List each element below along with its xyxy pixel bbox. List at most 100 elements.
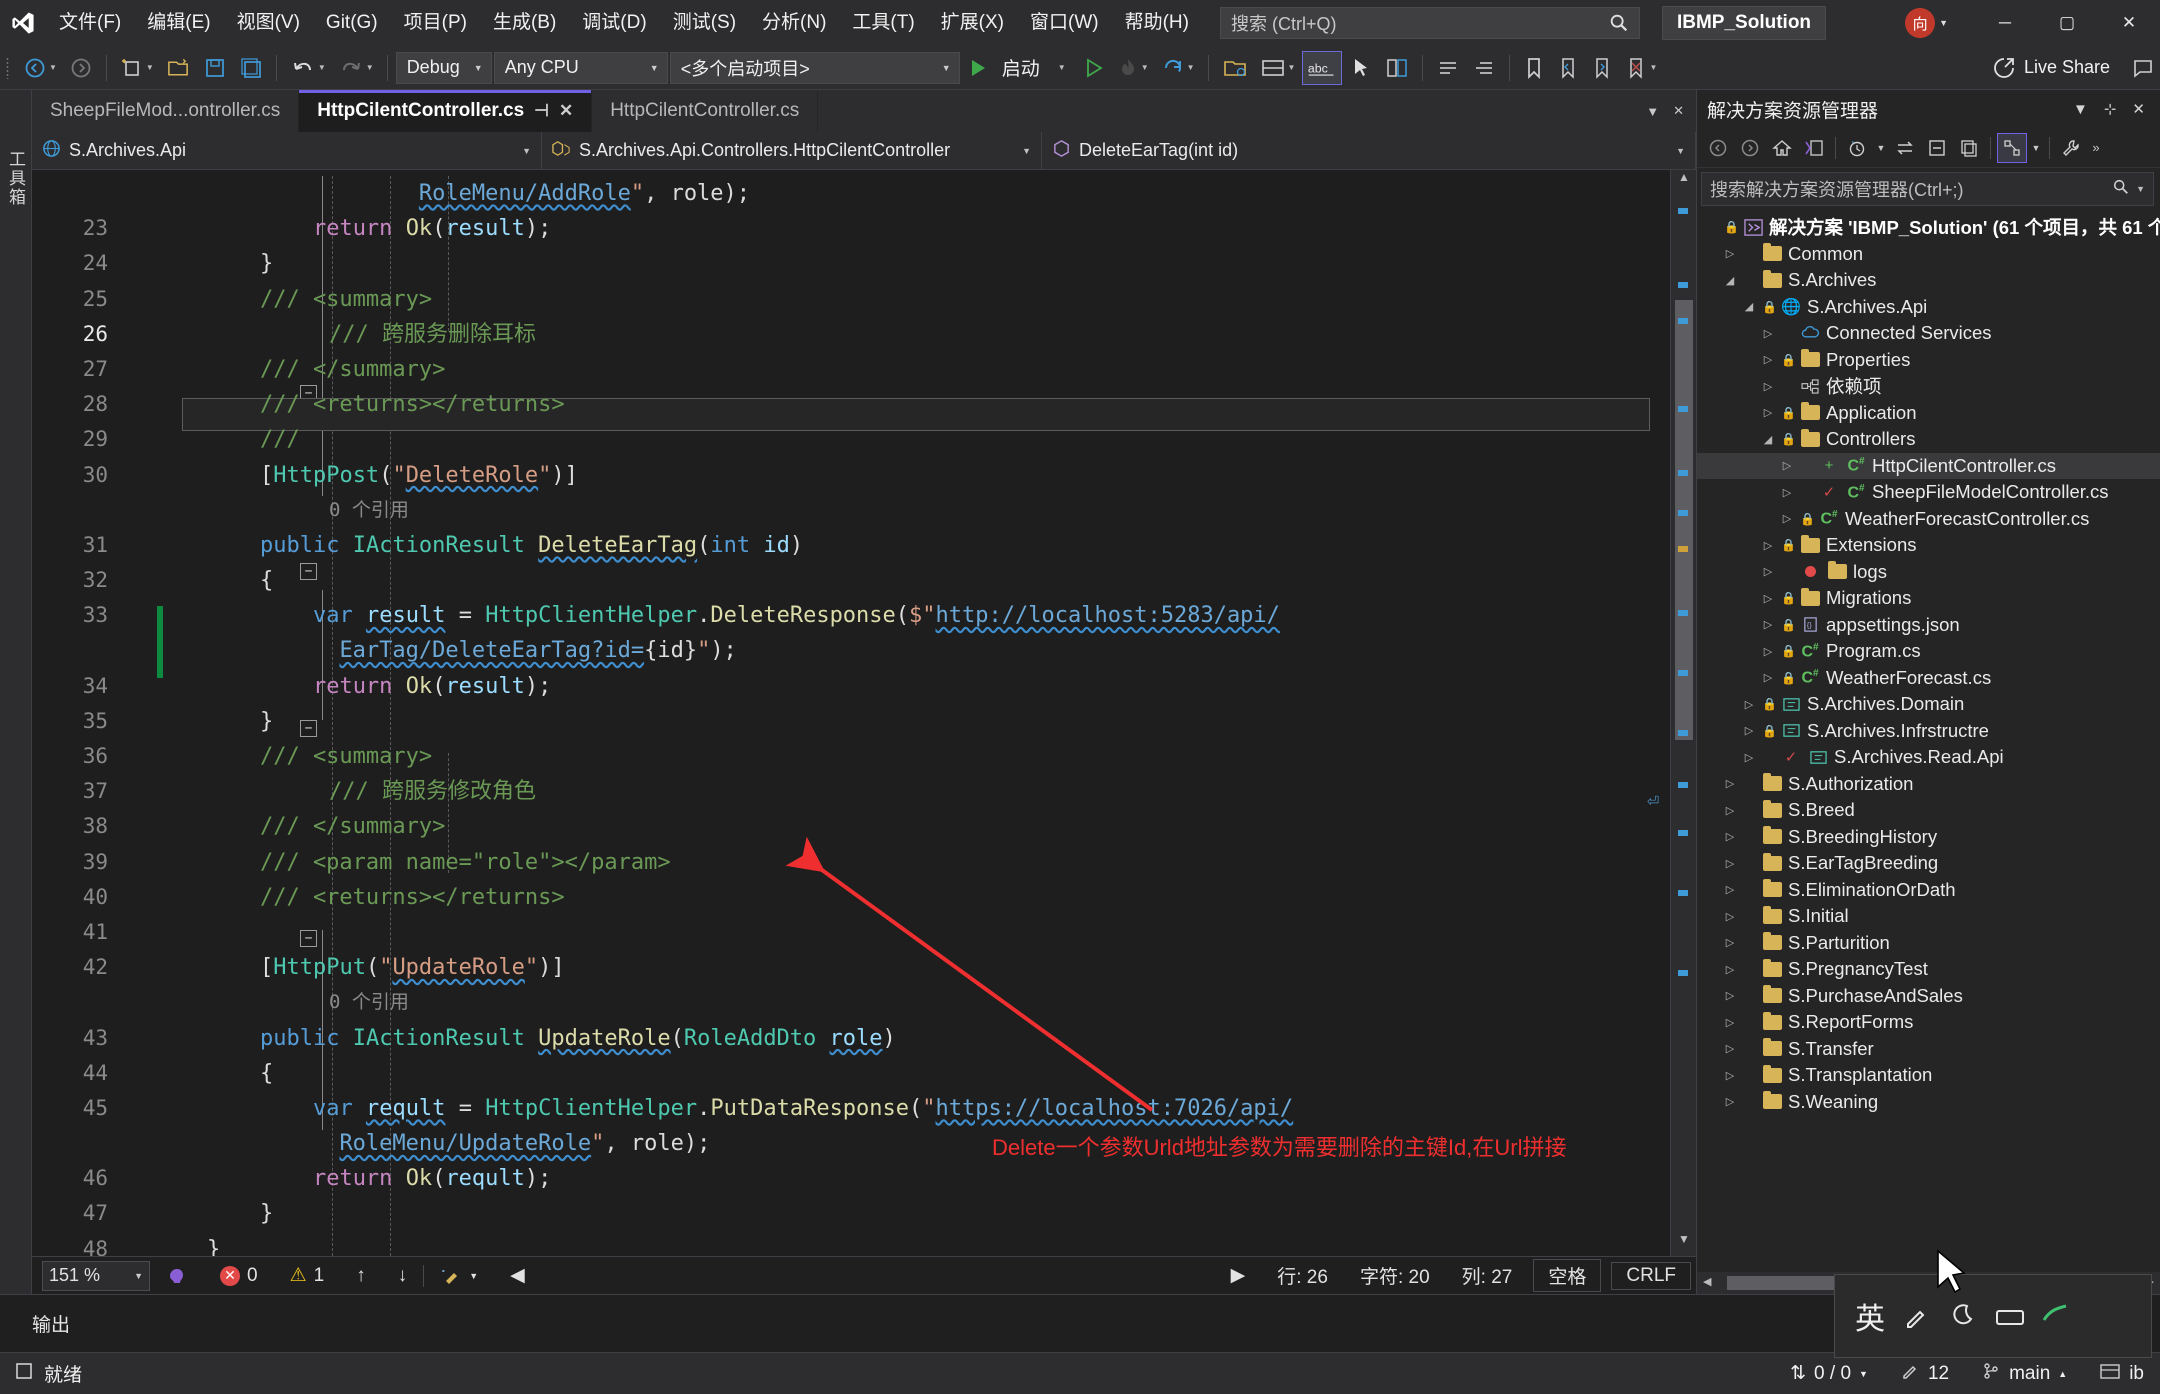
menu-test[interactable]: 测试(S) <box>660 0 749 46</box>
tree-item[interactable]: ▷ 🔒 C# WeatherForecastController.cs <box>1697 506 2160 533</box>
toggle-bookmark-button[interactable] <box>1518 51 1550 85</box>
menu-extensions[interactable]: 扩展(X) <box>928 0 1017 46</box>
restart-button[interactable]: ▼ <box>1156 51 1200 85</box>
code-cleanup-button[interactable]: ▼ <box>424 1265 494 1287</box>
redo-button[interactable]: ▼ <box>333 51 379 85</box>
back-icon[interactable] <box>1703 133 1733 163</box>
tree-item[interactable]: ▷ ✓ C# SheepFileModelController.cs <box>1697 479 2160 506</box>
editor-vertical-scrollbar[interactable]: ▲ ▼ <box>1670 170 1696 1256</box>
intellicode-icon[interactable] <box>150 1265 204 1287</box>
hot-reload-button[interactable]: ▼ <box>1112 51 1154 85</box>
close-button[interactable]: ✕ <box>2098 0 2160 46</box>
expander-icon[interactable]: ◢ <box>1741 300 1757 313</box>
menu-file[interactable]: 文件(F) <box>46 0 134 46</box>
menu-analyze[interactable]: 分析(N) <box>749 0 839 46</box>
code-line-reference-count[interactable]: 0 个引用 <box>32 493 1670 528</box>
properties-wrench-icon[interactable] <box>2056 133 2086 163</box>
error-count[interactable]: ✕ 0 <box>204 1265 274 1287</box>
select-tool-button[interactable] <box>1344 51 1378 85</box>
code-line[interactable]: 35 } <box>32 704 1670 739</box>
code-line[interactable]: 32 { <box>32 563 1670 598</box>
menu-project[interactable]: 项目(P) <box>391 0 480 46</box>
tree-item[interactable]: ▷ S.PregnancyTest <box>1697 956 2160 983</box>
expander-icon[interactable]: ▷ <box>1722 963 1738 976</box>
copy-icon[interactable] <box>1954 133 1984 163</box>
tree-item[interactable]: ▷ 🔒 C# Program.cs <box>1697 638 2160 665</box>
tree-item[interactable]: ▷ 🔒 Migrations <box>1697 585 2160 612</box>
tree-item[interactable]: ▷ Common <box>1697 241 2160 268</box>
codelens-ref-count[interactable]: 0 个引用 <box>154 985 1670 1020</box>
global-search-box[interactable]: 搜索 (Ctrl+Q) <box>1219 7 1640 39</box>
navbar-type-combo[interactable]: S.Archives.Api.Controllers.HttpCilentCon… <box>542 132 1042 169</box>
tree-item[interactable]: ▷ S.ReportForms <box>1697 1009 2160 1036</box>
undo-button[interactable]: ▼ <box>285 51 331 85</box>
tree-item[interactable]: ▷ 🔒 Extensions <box>1697 532 2160 559</box>
expander-icon[interactable]: ▷ <box>1722 1095 1738 1108</box>
solution-platform-combo[interactable]: Any CPU ▼ <box>493 51 668 84</box>
tree-item[interactable]: ▷ S.BreedingHistory <box>1697 824 2160 851</box>
abc-spellcheck-button[interactable]: abc <box>1302 50 1343 85</box>
expander-icon[interactable]: ▷ <box>1722 830 1738 843</box>
menu-view[interactable]: 视图(V) <box>224 0 313 46</box>
uncomment-lines-button[interactable] <box>1467 51 1501 85</box>
expander-icon[interactable]: ◢ <box>1722 274 1738 287</box>
code-line[interactable]: 33 var result = HttpClientHelper.DeleteR… <box>32 598 1670 633</box>
open-file-button[interactable] <box>161 51 196 85</box>
pin-icon[interactable]: ⊣ <box>534 101 549 121</box>
indentation-mode[interactable]: 空格 <box>1533 1259 1602 1292</box>
tab-list-dropdown-icon[interactable]: ▼ <box>1646 104 1659 119</box>
tree-item[interactable]: ▷ S.Transfer <box>1697 1036 2160 1063</box>
toolbox-rail[interactable]: 工具箱 <box>0 90 32 1294</box>
code-line[interactable]: 46 return Ok(reqult); <box>32 1161 1670 1196</box>
solution-tree[interactable]: 🔒 解决方案 'IBMP_Solution' (61 个项目，共 61 个) ▷ Co… <box>1697 210 2160 1272</box>
code-line[interactable]: 36 /// <summary> <box>32 739 1670 774</box>
home-icon[interactable] <box>1767 133 1797 163</box>
clear-bookmarks-button[interactable]: ▼ <box>1620 51 1662 85</box>
code-line[interactable]: 42 [HttpPut("UpdateRole")] <box>32 950 1670 985</box>
tree-item[interactable]: ▷ S.Weaning <box>1697 1089 2160 1116</box>
source-control-changes[interactable]: ⇅ 0 / 0 ▼ <box>1774 1353 1884 1394</box>
tree-item[interactable]: ▷ S.EliminationOrDath <box>1697 877 2160 904</box>
tab-httpcilentcontroller-2[interactable]: HttpCilentController.cs <box>592 90 819 132</box>
layout-button[interactable]: ▼ <box>1255 51 1301 85</box>
tree-item[interactable]: ▷ 🔒 C# WeatherForecast.cs <box>1697 665 2160 692</box>
menu-debug[interactable]: 调试(D) <box>569 0 659 46</box>
ime-settings-icon[interactable] <box>2041 1302 2069 1330</box>
expander-icon[interactable]: ▷ <box>1741 751 1757 764</box>
code-line[interactable]: 29 /// <box>32 422 1670 457</box>
tree-item[interactable]: ◢ 🔒 Controllers <box>1697 426 2160 453</box>
tree-item[interactable]: ▷ 🔒 {} appsettings.json <box>1697 612 2160 639</box>
code-line[interactable]: 48 } <box>32 1232 1670 1256</box>
tree-item[interactable]: ▷ ✓ S.Archives.Read.Api <box>1697 744 2160 771</box>
tab-httpcilentcontroller-active[interactable]: HttpCilentController.cs ⊣ ✕ <box>299 90 593 132</box>
expander-icon[interactable]: ▷ <box>1722 857 1738 870</box>
expander-icon[interactable]: ▷ <box>1779 486 1795 499</box>
menu-window[interactable]: 窗口(W) <box>1017 0 1112 46</box>
ime-indicator-popup[interactable]: 英 <box>1834 1274 2152 1358</box>
close-icon[interactable]: ✕ <box>559 101 573 121</box>
navbar-project-combo[interactable]: S.Archives.Api ▼ <box>32 132 542 169</box>
code-line[interactable]: 28 /// <returns></returns> <box>32 387 1670 422</box>
start-without-debugging-button[interactable] <box>1078 51 1110 85</box>
tree-item[interactable]: ▷ 🔒 Properties <box>1697 347 2160 374</box>
menu-tools[interactable]: 工具(T) <box>839 0 927 46</box>
tree-item[interactable]: ▷ 🔒 S.Archives.Infrstructre <box>1697 718 2160 745</box>
scroll-up-icon[interactable]: ▲ <box>1671 170 1697 194</box>
expander-icon[interactable]: ▷ <box>1760 353 1776 366</box>
code-line[interactable]: 24 } <box>32 246 1670 281</box>
expander-icon[interactable]: ▷ <box>1760 671 1776 684</box>
chevron-down-icon[interactable]: ▼ <box>2136 184 2145 194</box>
code-line-reference-count[interactable]: 0 个引用 <box>32 985 1670 1020</box>
expander-icon[interactable]: ▷ <box>1741 724 1757 737</box>
code-line[interactable]: 41 <box>32 915 1670 950</box>
code-line[interactable]: 47 } <box>32 1196 1670 1231</box>
code-line[interactable]: 39 /// <param name="role"></param> <box>32 845 1670 880</box>
save-button[interactable] <box>198 51 232 85</box>
code-line[interactable]: 43 public IActionResult UpdateRole(RoleA… <box>32 1021 1670 1056</box>
expander-icon[interactable]: ▷ <box>1722 989 1738 1002</box>
pending-changes-dropdown-icon[interactable]: ▼ <box>1874 133 1888 163</box>
expander-icon[interactable]: ▷ <box>1760 645 1776 658</box>
code-line[interactable]: 45 var reqult = HttpClientHelper.PutData… <box>32 1091 1670 1126</box>
expander-icon[interactable]: ▷ <box>1722 910 1738 923</box>
code-line[interactable]: 40 /// <returns></returns> <box>32 880 1670 915</box>
